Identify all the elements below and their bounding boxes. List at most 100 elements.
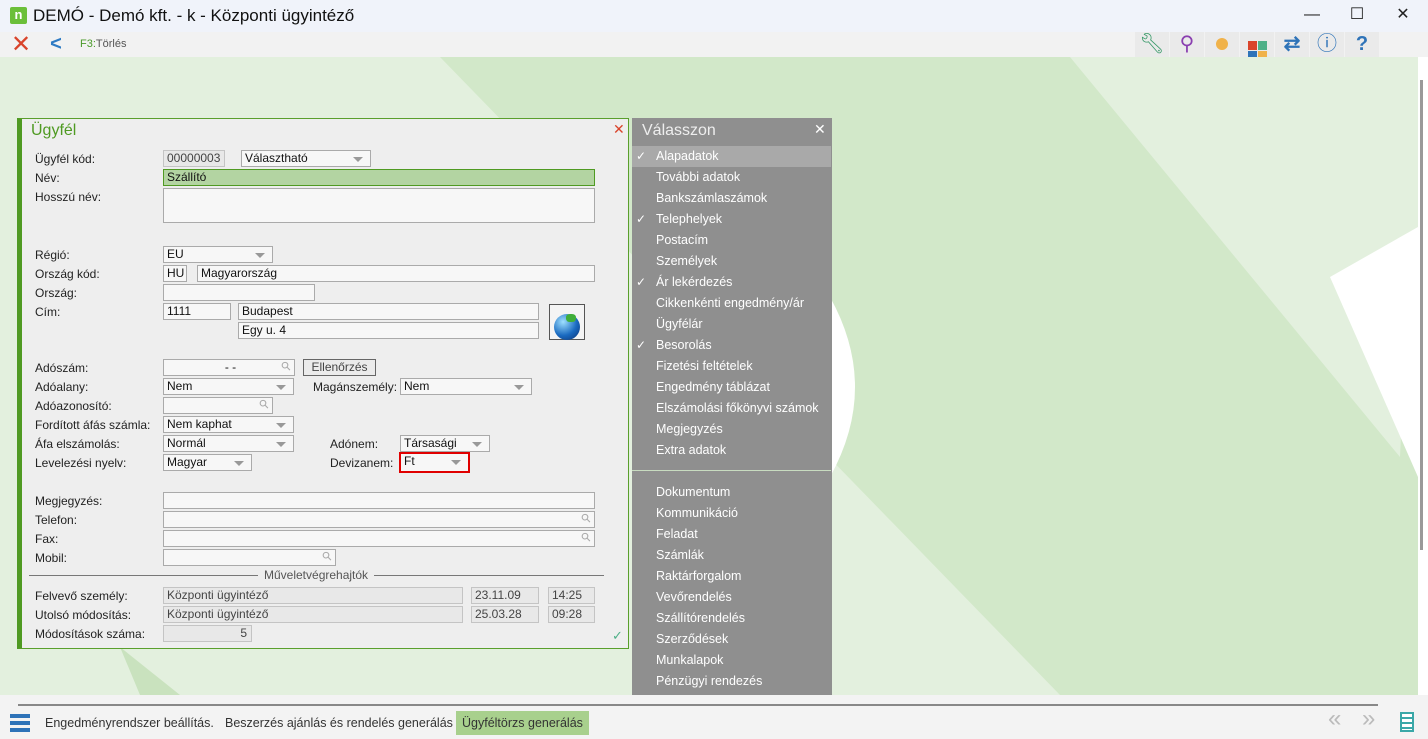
- label-modified-by: Utolsó módosítás:: [35, 608, 132, 622]
- note-field[interactable]: [163, 492, 595, 509]
- label-country: Ország:: [35, 286, 78, 300]
- menu-item[interactable]: Elszámolási főkönyvi számok: [632, 398, 831, 419]
- menu-item[interactable]: ✓ Alapadatok: [632, 146, 831, 167]
- label-address: Cím:: [35, 305, 61, 319]
- bottom-tab[interactable]: Engedményrendszer beállítás.: [39, 711, 220, 735]
- check-icon: ✓: [636, 338, 647, 352]
- info-icon[interactable]: ⓘ: [1310, 32, 1344, 57]
- menu-item[interactable]: Ügyfélár: [632, 314, 831, 335]
- menu-item[interactable]: Személyek: [632, 251, 831, 272]
- menu-item[interactable]: Megjegyzés: [632, 419, 831, 440]
- name-field[interactable]: Szállító: [163, 169, 595, 186]
- map-button[interactable]: [549, 304, 585, 340]
- menu-item[interactable]: Extra adatok: [632, 440, 831, 461]
- delete-shortcut: F3:: [80, 38, 96, 50]
- maximize-button[interactable]: ☐: [1335, 4, 1379, 28]
- vat-accounting-select[interactable]: Normál: [163, 435, 294, 452]
- label-code: Ügyfél kód:: [35, 152, 96, 166]
- phone-field[interactable]: [163, 511, 595, 528]
- label-note: Megjegyzés:: [35, 494, 103, 508]
- related-menu-item[interactable]: Vevőrendelés: [632, 587, 831, 608]
- menu-item[interactable]: ✓ Telephelyek: [632, 209, 831, 230]
- label-name: Név:: [35, 171, 60, 185]
- long-name-field[interactable]: [163, 188, 595, 223]
- modification-count-field: 5: [163, 625, 252, 642]
- related-menu-item[interactable]: Munkalapok: [632, 650, 831, 671]
- bottom-tab[interactable]: Ügyféltörzs generálás: [456, 711, 589, 735]
- menu-item-label: Személyek: [656, 254, 718, 268]
- menu-item[interactable]: Cikkenkénti engedmény/ár: [632, 293, 831, 314]
- related-menu-item[interactable]: Raktárforgalom: [632, 566, 831, 587]
- street-field[interactable]: Egy u. 4: [238, 322, 539, 339]
- label-tax-type: Adónem:: [330, 437, 379, 451]
- menu-item-label: Ügyfélár: [656, 317, 703, 331]
- related-menu-item[interactable]: Szállítórendelés: [632, 608, 831, 629]
- reverse-vat-select[interactable]: Nem kaphat: [163, 416, 294, 433]
- delete-button[interactable]: F3:Törlés: [80, 38, 126, 50]
- list-icon[interactable]: [1400, 712, 1414, 732]
- title-bar: n DEMÓ - Demó kft. - k - Központi ügyint…: [0, 0, 1428, 32]
- previous-icon[interactable]: «: [1328, 705, 1341, 733]
- private-person-select[interactable]: Nem: [400, 378, 532, 395]
- tax-id-field[interactable]: [163, 397, 273, 414]
- hamburger-menu-icon[interactable]: [10, 714, 30, 732]
- search-icon[interactable]: ⚲: [1170, 32, 1204, 57]
- related-menu-item[interactable]: Feladat: [632, 524, 831, 545]
- menu-item[interactable]: ✓ Besorolás: [632, 335, 831, 356]
- country-name-field[interactable]: Magyarország: [197, 265, 595, 282]
- taxable-select[interactable]: Nem: [163, 378, 294, 395]
- related-menu-item[interactable]: Szerződések: [632, 629, 831, 650]
- check-icon: ✓: [636, 212, 647, 226]
- fax-field[interactable]: [163, 530, 595, 547]
- menu-item[interactable]: Engedmény táblázat: [632, 377, 831, 398]
- region-select[interactable]: EU: [163, 246, 273, 263]
- modified-time-field: 09:28: [548, 606, 595, 623]
- label-created-by: Felvevő személy:: [35, 589, 128, 603]
- city-field[interactable]: Budapest: [238, 303, 539, 320]
- panel-close-icon[interactable]: ✕: [613, 121, 625, 138]
- scrollbar-thumb[interactable]: [1420, 80, 1423, 550]
- label-taxable: Adóalany:: [35, 380, 89, 394]
- help-icon[interactable]: ?: [1345, 32, 1379, 57]
- related-menu-item[interactable]: Számlák: [632, 545, 831, 566]
- menu-item-label: Postacím: [656, 233, 709, 247]
- related-menu-item[interactable]: Dokumentum: [632, 482, 831, 503]
- check-icon: ✓: [636, 275, 647, 289]
- menu-item[interactable]: További adatok: [632, 167, 831, 188]
- language-select[interactable]: Magyar: [163, 454, 252, 471]
- tax-number-field[interactable]: - -: [163, 359, 295, 376]
- label-fax: Fax:: [35, 532, 59, 546]
- wrench-icon[interactable]: 🔧︎: [1135, 32, 1169, 57]
- menu-item[interactable]: ✓ Ár lekérdezés: [632, 272, 831, 293]
- menu-item[interactable]: Bankszámlaszámok: [632, 188, 831, 209]
- tax-type-select[interactable]: Társasági: [400, 435, 490, 452]
- menu-item-label: Extra adatok: [656, 443, 727, 457]
- mobile-field[interactable]: [163, 549, 336, 566]
- next-icon[interactable]: »: [1362, 705, 1375, 733]
- bottom-tab[interactable]: Beszerzés ajánlás és rendelés generálás: [219, 711, 459, 735]
- check-button[interactable]: Ellenőrzés: [303, 359, 376, 376]
- code-type-select[interactable]: Választható: [241, 150, 371, 167]
- zip-field[interactable]: 1111: [163, 303, 231, 320]
- back-icon[interactable]: <: [40, 32, 72, 57]
- country-field[interactable]: [163, 284, 315, 301]
- country-code-field[interactable]: HU: [163, 265, 187, 282]
- delete-label: Törlés: [95, 38, 127, 50]
- menu-item-label: Megjegyzés: [656, 422, 723, 436]
- confirm-check-icon[interactable]: ✓: [612, 628, 623, 644]
- menu-item[interactable]: Postacím: [632, 230, 831, 251]
- related-menu-item[interactable]: Kommunikáció: [632, 503, 831, 524]
- related-menu-item[interactable]: Pénzügyi rendezés: [632, 671, 831, 692]
- close-window-button[interactable]: ✕: [1381, 4, 1425, 28]
- label-region: Régió:: [35, 248, 70, 262]
- minimize-button[interactable]: —: [1290, 4, 1334, 28]
- user-icon[interactable]: [1205, 32, 1239, 57]
- menu-close-icon[interactable]: ✕: [814, 121, 826, 138]
- currency-select[interactable]: Ft: [399, 452, 470, 473]
- menu-item-label: Telephelyek: [656, 212, 723, 226]
- close-icon[interactable]: ✕: [6, 32, 36, 57]
- menu-item-label: Elszámolási főkönyvi számok: [656, 401, 819, 415]
- menu-item[interactable]: Fizetési feltételek: [632, 356, 831, 377]
- swap-icon[interactable]: ⇄: [1275, 32, 1309, 57]
- tiles-icon[interactable]: [1240, 32, 1274, 60]
